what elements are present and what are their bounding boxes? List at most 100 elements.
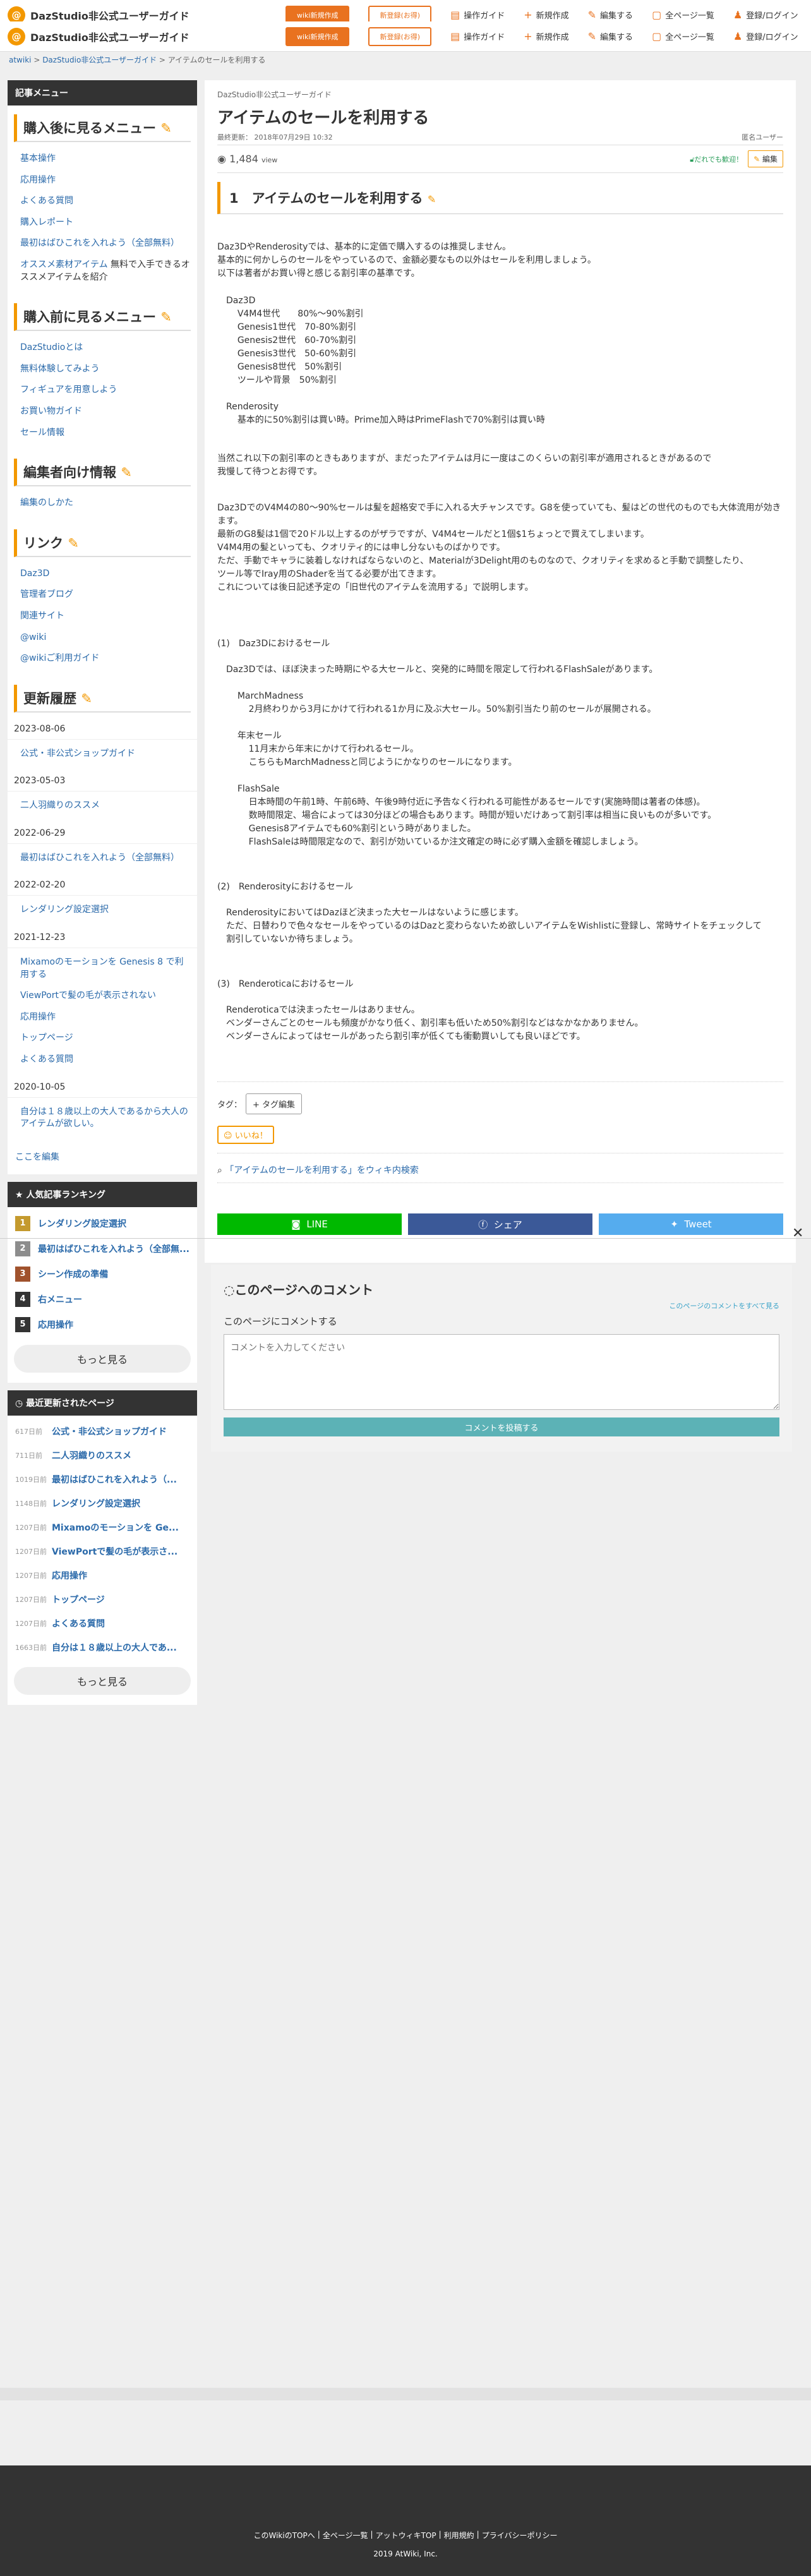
pencil-icon[interactable]: ✎ bbox=[81, 691, 92, 706]
breadcrumb-site[interactable]: DazStudio非公式ユーザーガイド bbox=[42, 56, 157, 64]
footer-link[interactable]: 利用規約 bbox=[444, 2530, 474, 2541]
history-item[interactable]: ViewPortで髪の毛が表示されない bbox=[20, 985, 191, 1007]
ranking-item[interactable]: 3 シーン作成の準備 bbox=[8, 1261, 197, 1287]
recent-item[interactable]: 617日前 公式・非公式ショップガイド bbox=[8, 1419, 197, 1443]
sidebar-item[interactable]: 無料体験してみよう bbox=[20, 359, 191, 380]
recent-item[interactable]: 1207日前 ViewPortで髪の毛が表示さ... bbox=[8, 1539, 197, 1563]
recent-item[interactable]: 1019日前 最初はばひこれを入れよう（... bbox=[8, 1467, 197, 1491]
sidebar-item[interactable]: 応用操作 bbox=[20, 170, 191, 191]
recent-item[interactable]: 1207日前 応用操作 bbox=[8, 1563, 197, 1587]
sidebar-item[interactable]: オススメ素材アイテム 無料で入手できるオススメアイテムを紹介 bbox=[20, 255, 191, 288]
login-link[interactable]: ♟ 登録/ログイン bbox=[733, 30, 798, 42]
sidebar-item[interactable]: DazStudioとは bbox=[20, 337, 191, 359]
pencil-icon[interactable]: ✎ bbox=[428, 193, 436, 205]
line-share-button[interactable]: ◙ LINE bbox=[217, 1213, 402, 1235]
sidebar-item[interactable]: @wiki bbox=[20, 627, 191, 649]
site-title[interactable]: DazStudio非公式ユーザーガイド bbox=[30, 29, 251, 44]
new-page-link[interactable]: + 新規作成 bbox=[524, 9, 568, 21]
pencil-icon[interactable]: ✎ bbox=[121, 465, 132, 480]
renderosity-sale-text: RenderosityにおいてはDazほど決まった大セールはないように感じます。… bbox=[226, 908, 762, 944]
sidebar-item[interactable]: 編集のしかた bbox=[20, 493, 191, 514]
book-icon: ▤ bbox=[450, 9, 460, 21]
new-page-link[interactable]: + 新規作成 bbox=[524, 30, 568, 42]
history-item[interactable]: トップページ bbox=[20, 1028, 191, 1049]
all-comments-link[interactable]: このページのコメントをすべて見る bbox=[224, 1301, 779, 1311]
page-actions: ◉ 1,484 view 🔓︎だれでも歓迎！ ✎ 編集 bbox=[217, 150, 783, 173]
close-icon[interactable]: ✕ bbox=[792, 1225, 803, 1241]
login-link[interactable]: ♟ 登録/ログイン bbox=[733, 9, 798, 21]
sidebar-item[interactable]: 購入レポート bbox=[20, 212, 191, 234]
recent-item[interactable]: 1207日前 Mixamoのモーションを Ge... bbox=[8, 1515, 197, 1539]
all-pages-link[interactable]: ▢ 全ページ一覧 bbox=[652, 30, 714, 42]
pencil-icon[interactable]: ✎ bbox=[160, 121, 172, 136]
recent-item[interactable]: 1207日前 トップページ bbox=[8, 1587, 197, 1611]
sidebar-item[interactable]: 管理者ブログ bbox=[20, 584, 191, 606]
page-category[interactable]: DazStudio非公式ユーザーガイド bbox=[217, 89, 783, 100]
history-item[interactable]: レンダリング設定選択 bbox=[20, 900, 191, 921]
history-item[interactable]: 公式・非公式ショップガイド bbox=[20, 743, 191, 765]
history-edit-link[interactable]: ここを編集 bbox=[8, 1141, 197, 1174]
ranking-list: 1 レンダリング設定選択 2 最初はばひこれを入れよう（全部無... 3 シーン作成の準備… bbox=[8, 1207, 197, 1337]
ranking-item[interactable]: 1 レンダリング設定選択 bbox=[8, 1211, 197, 1236]
history-item[interactable]: 最初はばひこれを入れよう（全部無料） bbox=[20, 848, 191, 869]
pencil-icon[interactable]: ✎ bbox=[68, 536, 79, 551]
recent-item[interactable]: 1148日前 レンダリング設定選択 bbox=[8, 1491, 197, 1515]
ranking-item[interactable]: 4 右メニュー bbox=[8, 1287, 197, 1312]
sidebar-item[interactable]: 関連サイト bbox=[20, 606, 191, 627]
facebook-share-button[interactable]: ⓕ シェア bbox=[408, 1213, 592, 1235]
edit-button[interactable]: ✎ 編集 bbox=[748, 150, 783, 167]
history-item[interactable]: Mixamoのモーションを Genesis 8 で利用する bbox=[20, 952, 191, 985]
site-title[interactable]: DazStudio非公式ユーザーガイド bbox=[30, 8, 251, 23]
footer-link[interactable]: アットウィキTOP bbox=[376, 2530, 436, 2541]
wiki-logo[interactable]: @ bbox=[8, 27, 25, 45]
recent-item[interactable]: 711日前 二人羽織りのススメ bbox=[8, 1443, 197, 1467]
page-title: アイテムのセールを利用する bbox=[217, 109, 430, 128]
sidebar-item[interactable]: Daz3D bbox=[20, 563, 191, 585]
comment-input[interactable] bbox=[224, 1334, 779, 1410]
edit-permission: 🔓︎だれでも歓迎！ bbox=[690, 155, 743, 164]
wiki-search-link[interactable]: ⌕ 「アイテムのセールを利用する」をウィキ内検索 bbox=[217, 1164, 783, 1176]
history-items: 最初はばひこれを入れよう（全部無料） bbox=[8, 844, 197, 876]
footer-link[interactable]: このWikiのTOPへ bbox=[254, 2530, 315, 2541]
pencil-icon[interactable]: ✎ bbox=[160, 310, 172, 325]
sidebar-item[interactable]: @wikiご利用ガイド bbox=[20, 648, 191, 670]
ranking-box: ★ 人気記事ランキング 1 レンダリング設定選択 2 最初はばひこれを入れよう（全部無… bbox=[8, 1181, 197, 1383]
history-item[interactable]: 二人羽織りのススメ bbox=[20, 795, 191, 817]
breadcrumb: atwiki > DazStudio非公式ユーザーガイド > アイテムのセールを… bbox=[9, 56, 266, 64]
edit-link[interactable]: ✎ 編集する bbox=[588, 30, 633, 42]
like-button[interactable]: ☺ いいね！ bbox=[217, 1126, 274, 1144]
sidebar-item[interactable]: セール情報 bbox=[20, 423, 191, 444]
history-item[interactable]: 自分は１８歳以上の大人であるから大人のアイテムが欲しい。 bbox=[20, 1102, 191, 1135]
sidebar-item[interactable]: フィギュアを用意しよう bbox=[20, 380, 191, 401]
history-item[interactable]: 応用操作 bbox=[20, 1007, 191, 1028]
wiki-create-button[interactable]: wiki新規作成 bbox=[285, 27, 350, 46]
comment-submit-button[interactable]: コメントを投稿する bbox=[224, 1417, 779, 1436]
ranking-item[interactable]: 2 最初はばひこれを入れよう（全部無... bbox=[8, 1236, 197, 1261]
sidebar-item[interactable]: 最初はばひこれを入れよう（全部無料） bbox=[20, 233, 191, 255]
tag-edit-button[interactable]: + タグ編集 bbox=[246, 1093, 303, 1114]
operation-guide-link[interactable]: ▤ 操作ガイド bbox=[450, 9, 505, 21]
recent-more-button[interactable]: もっと見る bbox=[14, 1666, 191, 1695]
article-menu-title: 記事メニュー bbox=[8, 80, 197, 105]
sidebar-item[interactable]: よくある質問 bbox=[20, 191, 191, 212]
recent-item[interactable]: 1207日前 よくある質問 bbox=[8, 1611, 197, 1635]
pencil-icon: ✎ bbox=[587, 30, 597, 42]
recent-item[interactable]: 1663日前 自分は１８歳以上の大人であ... bbox=[8, 1635, 197, 1659]
ranking-item[interactable]: 5 応用操作 bbox=[8, 1312, 197, 1337]
sidebar-item[interactable]: 基本操作 bbox=[20, 148, 191, 170]
ranking-more-button[interactable]: もっと見る bbox=[14, 1344, 191, 1373]
subsection-renderosity: (2) Renderosityにおけるセール bbox=[217, 882, 353, 892]
recent-time: 1207日前 bbox=[15, 1595, 47, 1604]
paid-register-button[interactable]: 新登録(お得) bbox=[368, 27, 432, 46]
operation-guide-link[interactable]: ▤ 操作ガイド bbox=[450, 30, 505, 42]
history-item[interactable]: よくある質問 bbox=[20, 1049, 191, 1071]
all-pages-link[interactable]: ▢ 全ページ一覧 bbox=[652, 9, 714, 21]
tweet-button[interactable]: ✦ Tweet bbox=[599, 1213, 783, 1235]
footer-link[interactable]: プライバシーポリシー bbox=[482, 2530, 558, 2541]
sidebar-item[interactable]: お買い物ガイド bbox=[20, 401, 191, 423]
footer-link[interactable]: 全ページ一覧 bbox=[323, 2530, 368, 2541]
breadcrumb-home[interactable]: atwiki bbox=[9, 56, 32, 64]
recent-time: 711日前 bbox=[15, 1451, 42, 1460]
history-items: 自分は１８歳以上の大人であるから大人のアイテムが欲しい。 bbox=[8, 1098, 197, 1141]
edit-link[interactable]: ✎ 編集する bbox=[588, 9, 633, 21]
